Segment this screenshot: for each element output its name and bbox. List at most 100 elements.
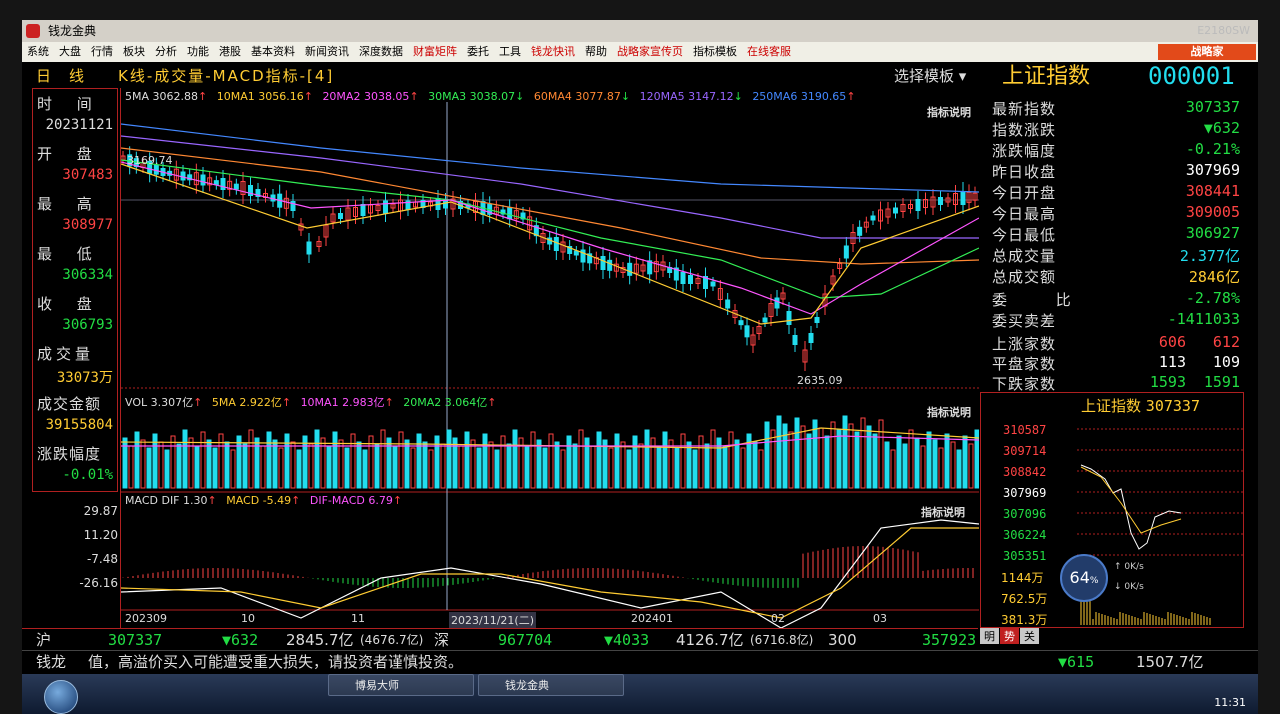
window-code: E2180SW	[1197, 24, 1250, 37]
mini-tab-0[interactable]: 明	[980, 628, 999, 644]
volume-label: 成交量	[37, 345, 95, 363]
quote-label: 总成交额	[992, 268, 1057, 286]
upload-rate: ↑ 0K/s	[1114, 562, 1144, 572]
quote-row: 昨日收盘 307969	[988, 161, 1244, 181]
menu-item-6[interactable]: 港股	[214, 45, 246, 58]
taskbar-item-boyi[interactable]: 博易大师	[328, 674, 474, 696]
x-axis-label: 11	[351, 612, 365, 625]
candle-body	[938, 197, 943, 205]
volume-bar	[800, 425, 806, 489]
candle-body	[774, 297, 780, 309]
mini-vol-label: 381.3万	[1001, 613, 1048, 627]
menu-item-0[interactable]: 系统	[22, 45, 54, 58]
menu-item-14[interactable]: 帮助	[580, 45, 612, 58]
mini-tab-1[interactable]: 势	[1000, 628, 1019, 644]
quote-value: 307969	[1185, 161, 1240, 179]
mini-price-label: 305351	[1003, 549, 1047, 563]
volume-bar	[170, 435, 176, 489]
volume-bar	[476, 447, 482, 489]
quote-row: 涨跌幅度 -0.21%	[988, 140, 1244, 160]
menu-item-15[interactable]: 战略家宣传页	[612, 45, 688, 58]
volume-bar	[290, 441, 296, 489]
kline-chart-svg[interactable]	[121, 88, 979, 628]
mini-price-label: 309714	[1003, 444, 1047, 458]
ma10-legend: 10MA1 3056.16	[216, 90, 304, 103]
candle-body	[383, 200, 388, 214]
template-select[interactable]: 选择模板 ▾	[894, 64, 966, 88]
candle-body	[893, 207, 898, 214]
menu-item-4[interactable]: 分析	[150, 45, 182, 58]
main-chart[interactable]: 5MA 3062.88↑ 10MA1 3056.16↑ 20MA2 3038.0…	[120, 88, 979, 628]
candle-body	[573, 250, 579, 256]
breadth-value-2: 1591	[1203, 373, 1240, 391]
breadth-value-2: 612	[1212, 333, 1240, 351]
volume-bar	[236, 435, 242, 489]
ma250-legend: 250MA6 3190.65	[752, 90, 847, 103]
open-value: 307483	[62, 167, 113, 183]
strategist-button[interactable]: 战略家	[1158, 44, 1256, 60]
macd-axis-label: 29.87	[83, 504, 118, 518]
volume-bar	[470, 439, 476, 489]
intraday-mini-chart[interactable]: 上证指数 307337 310587 309714 308842 307969 3070…	[980, 392, 1244, 628]
mini-title: 上证指数 307337	[1081, 397, 1200, 415]
menu-item-9[interactable]: 深度数据	[354, 45, 408, 58]
candle-body	[960, 191, 966, 205]
volume-bar	[968, 443, 974, 489]
candle-body	[744, 325, 750, 338]
volume-value: 33073万	[56, 370, 113, 386]
quote-value: -0.21%	[1185, 140, 1240, 158]
volume-bar	[566, 435, 572, 489]
quote-row: 今日最高 309005	[988, 203, 1244, 223]
candle-body	[213, 180, 219, 186]
menu-item-10[interactable]: 财富矩阵	[408, 45, 462, 58]
volume-bar	[134, 431, 140, 489]
high-value: 308977	[62, 217, 113, 233]
volume-bar	[872, 433, 878, 489]
order-value: -1411033	[1167, 310, 1240, 328]
menu-item-8[interactable]: 新闻资讯	[300, 45, 354, 58]
menu-item-11[interactable]: 委托	[462, 45, 494, 58]
volume-bar	[974, 429, 979, 489]
macd-axis-label: 11.20	[83, 528, 118, 542]
macd-dif-legend: MACD DIF 1.30	[125, 494, 208, 507]
volume-bar	[764, 421, 770, 489]
date-value: 20231121	[45, 117, 113, 133]
start-button[interactable]	[44, 680, 78, 714]
volume-bar	[614, 433, 620, 489]
macd-hist-legend: DIF-MACD 6.79	[309, 494, 393, 507]
quote-label: 指数涨跌	[992, 121, 1057, 139]
menu-item-3[interactable]: 板块	[118, 45, 150, 58]
vol-explain-link[interactable]: 指标说明	[927, 404, 971, 420]
menu-item-1[interactable]: 大盘	[54, 45, 86, 58]
menu-item-2[interactable]: 行情	[86, 45, 118, 58]
menu-item-13[interactable]: 钱龙快讯	[526, 45, 580, 58]
volume-bar	[578, 429, 584, 489]
network-speed-badge[interactable]: 64%	[1060, 554, 1108, 602]
macd-explain-link[interactable]: 指标说明	[921, 504, 965, 520]
vol-ma5-legend: 5MA 2.922亿	[211, 396, 282, 409]
volume-bar	[638, 443, 644, 489]
menu-item-7[interactable]: 基本资料	[246, 45, 300, 58]
volume-bar	[500, 435, 506, 489]
menu-item-12[interactable]: 工具	[494, 45, 526, 58]
breadth-value-1: 1593	[1149, 373, 1186, 391]
taskbar-clock: 11:31	[1214, 696, 1246, 709]
vol-ma5-line	[121, 427, 979, 449]
menu-item-16[interactable]: 指标模板	[688, 45, 742, 58]
quote-value: 308441	[1185, 182, 1240, 200]
mini-tab-2[interactable]: 关	[1020, 628, 1039, 644]
volume-bar	[704, 443, 710, 489]
volume-bar	[536, 439, 542, 489]
quote-row: 指数涨跌 ▼632	[988, 119, 1244, 139]
taskbar-item-qianlong[interactable]: 钱龙金典	[478, 674, 624, 696]
menu-item-17[interactable]: 在线客服	[742, 45, 796, 58]
period-label[interactable]: 日线	[36, 64, 102, 88]
order-row: 委买卖差 -1411033	[988, 310, 1244, 330]
ma60-legend: 60MA4 3077.87	[533, 90, 621, 103]
sh-amount2: (4676.7亿)	[360, 633, 424, 647]
menu-item-5[interactable]: 功能	[182, 45, 214, 58]
ma-explain-link[interactable]: 指标说明	[927, 104, 971, 120]
volume-bar	[272, 439, 278, 489]
quote-label: 今日最低	[992, 226, 1057, 244]
volume-bar	[758, 449, 764, 489]
